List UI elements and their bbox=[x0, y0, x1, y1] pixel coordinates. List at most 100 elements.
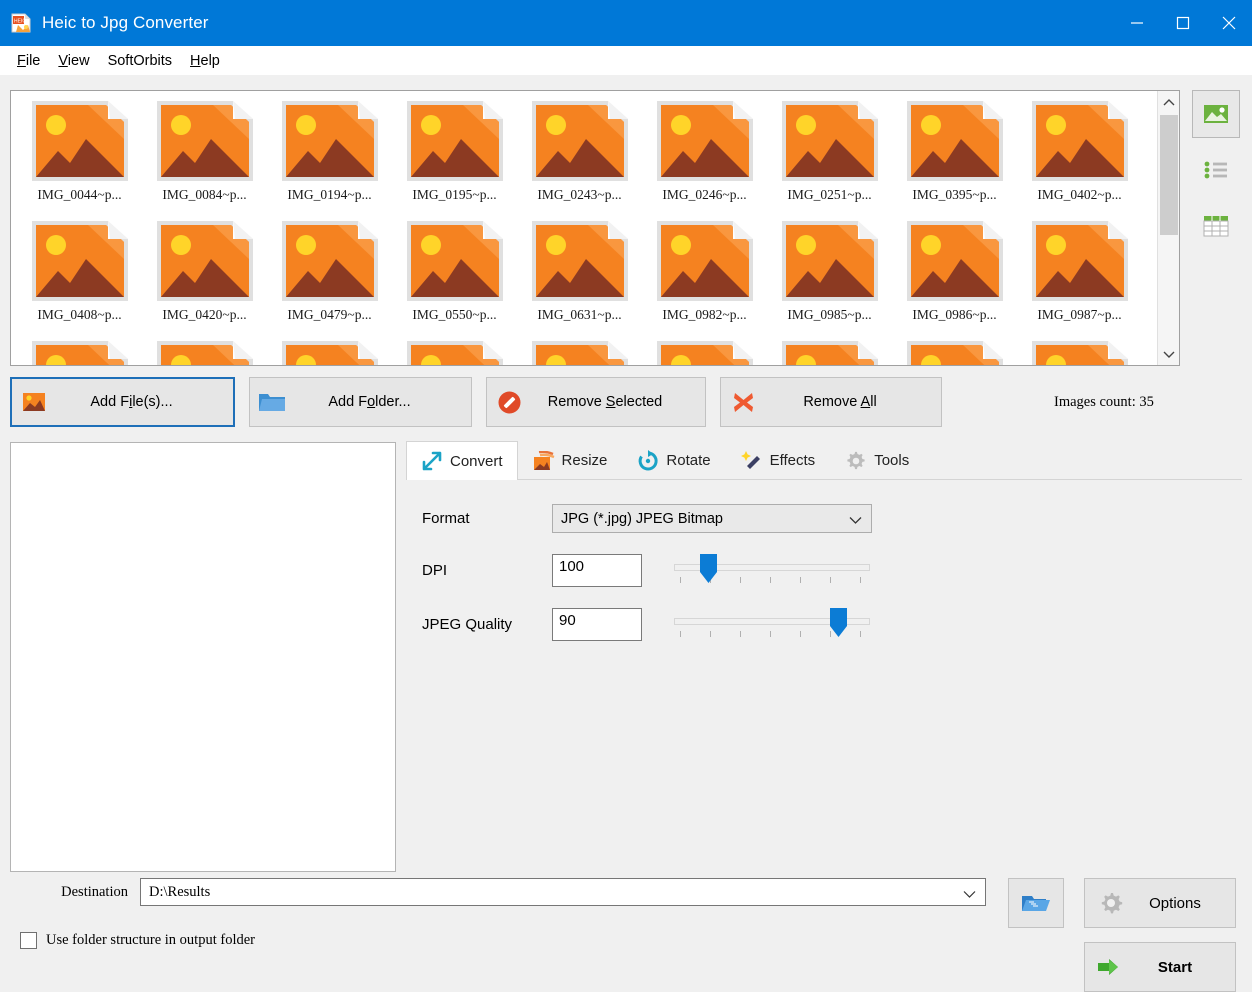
destination-label: Destination bbox=[10, 884, 140, 901]
image-placeholder-icon bbox=[278, 99, 382, 183]
view-mode-thumbnail[interactable] bbox=[1192, 90, 1240, 138]
thumbnail-label: IMG_0395~p... bbox=[912, 187, 996, 203]
thumbnail-item[interactable]: IMG_0194~p... bbox=[267, 97, 392, 217]
image-placeholder-icon bbox=[403, 219, 507, 303]
tab-bar: Convert Resize Rotate Effects Tools bbox=[406, 442, 1242, 480]
close-icon[interactable] bbox=[1206, 0, 1252, 46]
tab-rotate[interactable]: Rotate bbox=[622, 441, 725, 479]
tab-convert[interactable]: Convert bbox=[406, 441, 518, 480]
dpi-slider[interactable] bbox=[674, 553, 870, 587]
view-mode-details[interactable] bbox=[1192, 202, 1240, 250]
view-mode-list[interactable] bbox=[1192, 146, 1240, 194]
thumbnail-label: IMG_0246~p... bbox=[662, 187, 746, 203]
thumbnail-item[interactable]: IMG_0985~p... bbox=[767, 217, 892, 337]
thumbnail-item[interactable]: IMG_0982~p... bbox=[642, 217, 767, 337]
tab-rotate-label: Rotate bbox=[666, 452, 710, 469]
browse-destination-button[interactable] bbox=[1008, 878, 1064, 928]
thumbnail-item[interactable]: IMG_0420~p... bbox=[142, 217, 267, 337]
list-icon bbox=[1203, 159, 1229, 181]
destination-row: Destination D:\Results bbox=[10, 878, 986, 906]
image-placeholder-icon bbox=[403, 339, 507, 366]
thumbnail-item[interactable]: IMG_0246~p... bbox=[642, 97, 767, 217]
table-icon bbox=[1203, 214, 1229, 238]
picture-icon bbox=[12, 392, 56, 412]
thumbnail-item[interactable]: IMG_0550~p... bbox=[392, 217, 517, 337]
start-button[interactable]: Start bbox=[1084, 942, 1236, 992]
thumbnail-item[interactable] bbox=[642, 337, 767, 366]
thumbnail-item[interactable]: IMG_0084~p... bbox=[142, 97, 267, 217]
format-select[interactable]: JPG (*.jpg) JPEG Bitmap bbox=[552, 504, 872, 533]
use-folder-structure-label: Use folder structure in output folder bbox=[46, 932, 255, 949]
chevron-down-icon[interactable] bbox=[963, 887, 976, 904]
thumbnail-item[interactable] bbox=[17, 337, 142, 366]
thumbnail-item[interactable]: IMG_0987~p... bbox=[1017, 217, 1142, 337]
image-placeholder-icon bbox=[153, 339, 257, 366]
quality-slider[interactable] bbox=[674, 607, 870, 641]
thumbnail-item[interactable] bbox=[1017, 337, 1142, 366]
destination-value: D:\Results bbox=[149, 884, 210, 901]
tab-resize-label: Resize bbox=[562, 452, 608, 469]
image-placeholder-icon bbox=[903, 219, 1007, 303]
view-mode-rail bbox=[1192, 90, 1244, 258]
thumbnail-label: IMG_0987~p... bbox=[1037, 307, 1121, 323]
thumbnail-item[interactable]: IMG_0243~p... bbox=[517, 97, 642, 217]
remove-selected-label: Remove Selected bbox=[531, 394, 705, 410]
quality-input[interactable]: 90 bbox=[552, 608, 642, 641]
minimize-icon[interactable] bbox=[1114, 0, 1160, 46]
add-files-button[interactable]: Add File(s)... bbox=[10, 377, 235, 427]
thumbnail-item[interactable] bbox=[142, 337, 267, 366]
thumbnail-item[interactable]: IMG_0408~p... bbox=[17, 217, 142, 337]
thumbnail-item[interactable]: IMG_0251~p... bbox=[767, 97, 892, 217]
thumbnail-item[interactable]: IMG_0631~p... bbox=[517, 217, 642, 337]
dpi-value: 100 bbox=[559, 558, 584, 575]
menu-item-file[interactable]: File bbox=[8, 49, 49, 73]
dpi-slider-thumb[interactable] bbox=[699, 554, 718, 584]
grid-scrollbar[interactable] bbox=[1157, 91, 1179, 365]
menu-item-softorbits[interactable]: SoftOrbits bbox=[99, 49, 181, 73]
dpi-input[interactable]: 100 bbox=[552, 554, 642, 587]
chevron-up-icon[interactable] bbox=[1158, 91, 1179, 113]
maximize-icon[interactable] bbox=[1160, 0, 1206, 46]
use-folder-structure-row[interactable]: Use folder structure in output folder bbox=[20, 932, 255, 949]
scrollbar-thumb[interactable] bbox=[1160, 115, 1178, 235]
options-button[interactable]: Options bbox=[1084, 878, 1236, 928]
add-folder-button[interactable]: Add Folder... bbox=[249, 377, 472, 427]
file-action-buttons: Add File(s)... Add Folder... Remove Select… bbox=[10, 376, 956, 428]
main-content: IMG_0044~p...IMG_0084~p...IMG_0194~p...I… bbox=[0, 76, 1252, 922]
chevron-down-icon[interactable] bbox=[1158, 343, 1180, 365]
thumbnail-item[interactable] bbox=[267, 337, 392, 366]
thumbnail-item[interactable]: IMG_0395~p... bbox=[892, 97, 1017, 217]
thumbnail-item[interactable] bbox=[517, 337, 642, 366]
thumbnail-item[interactable]: IMG_0479~p... bbox=[267, 217, 392, 337]
format-row: Format JPG (*.jpg) JPEG Bitmap bbox=[422, 504, 1242, 533]
use-folder-structure-checkbox[interactable] bbox=[20, 932, 37, 949]
destination-input[interactable]: D:\Results bbox=[140, 878, 986, 906]
remove-all-button[interactable]: Remove All bbox=[720, 377, 942, 427]
tab-tools-label: Tools bbox=[874, 452, 909, 469]
window-title: Heic to Jpg Converter bbox=[42, 13, 209, 33]
tab-resize[interactable]: Resize bbox=[518, 441, 623, 479]
image-preview-panel[interactable] bbox=[10, 442, 396, 872]
thumbnail-item[interactable]: IMG_0195~p... bbox=[392, 97, 517, 217]
menu-item-help[interactable]: Help bbox=[181, 49, 229, 73]
thumbnail-label: IMG_0243~p... bbox=[537, 187, 621, 203]
options-label: Options bbox=[1137, 895, 1235, 912]
thumbnail-item[interactable] bbox=[392, 337, 517, 366]
thumbnail-grid: IMG_0044~p...IMG_0084~p...IMG_0194~p...I… bbox=[11, 91, 1157, 366]
tab-tools[interactable]: Tools bbox=[830, 441, 924, 479]
tab-effects[interactable]: Effects bbox=[726, 441, 831, 479]
thumbnail-grid-panel[interactable]: IMG_0044~p...IMG_0084~p...IMG_0194~p...I… bbox=[10, 90, 1180, 366]
thumbnail-item[interactable] bbox=[892, 337, 1017, 366]
thumbnail-item[interactable]: IMG_0044~p... bbox=[17, 97, 142, 217]
thumbnail-item[interactable]: IMG_0986~p... bbox=[892, 217, 1017, 337]
remove-selected-button[interactable]: Remove Selected bbox=[486, 377, 706, 427]
menu-item-view[interactable]: View bbox=[49, 49, 98, 73]
thumbnail-item[interactable]: IMG_0402~p... bbox=[1017, 97, 1142, 217]
format-value: JPG (*.jpg) JPEG Bitmap bbox=[561, 511, 723, 527]
quality-row: JPEG Quality 90 bbox=[422, 607, 1242, 641]
title-bar: HEIC Heic to Jpg Converter bbox=[0, 0, 1252, 46]
rotate-icon bbox=[637, 450, 659, 472]
quality-slider-thumb[interactable] bbox=[829, 608, 848, 638]
thumbnail-item[interactable] bbox=[767, 337, 892, 366]
folder-icon bbox=[250, 391, 294, 413]
